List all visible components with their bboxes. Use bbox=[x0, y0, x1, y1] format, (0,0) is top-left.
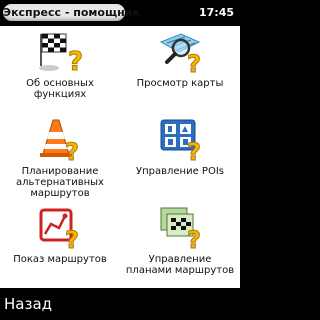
label-line: Управление bbox=[148, 254, 212, 265]
label-line: Об основных bbox=[26, 78, 94, 89]
menu-item-label: Управление POIs bbox=[124, 166, 236, 177]
status-bar: Экспресс - помощник 17:45 bbox=[0, 0, 240, 26]
map-magnifier-help-icon: ? bbox=[159, 33, 201, 74]
menu-item-label: Планирование альтернативных маршрутов bbox=[4, 166, 116, 199]
menu-item-show-routes[interactable]: ? Показ маршрутов bbox=[0, 202, 120, 289]
label-line: альтернативных bbox=[16, 177, 104, 188]
softkey-bar: Назад bbox=[0, 288, 240, 320]
menu-item-basic-functions[interactable]: ? Об основных функциях bbox=[0, 26, 120, 113]
route-display-help-icon: ? bbox=[39, 208, 79, 250]
menu-item-label: Показ маршрутов bbox=[4, 254, 116, 265]
menu-item-label: Об основных функциях bbox=[4, 78, 116, 100]
menu-item-alt-routes[interactable]: ? Планирование альтернативных маршрутов bbox=[0, 114, 120, 201]
label-line: маршрутов bbox=[30, 188, 90, 199]
svg-text:?: ? bbox=[187, 138, 201, 162]
svg-text:?: ? bbox=[65, 138, 79, 162]
label-line: Управление POIs bbox=[136, 166, 224, 177]
menu-item-manage-pois[interactable]: ? Управление POIs bbox=[120, 114, 240, 201]
clock: 17:45 bbox=[198, 6, 234, 19]
label-line: планами маршрутов bbox=[125, 265, 235, 276]
label-line: Просмотр карты bbox=[136, 78, 224, 89]
traffic-cone-help-icon: ? bbox=[40, 119, 79, 162]
menu-item-label: Управление планами маршрутов bbox=[124, 254, 236, 276]
route-plans-help-icon: ? bbox=[160, 207, 201, 250]
page-title: Экспресс - помощник bbox=[3, 6, 140, 19]
poi-signs-help-icon: ? bbox=[160, 119, 201, 162]
svg-text:?: ? bbox=[68, 47, 83, 74]
svg-text:?: ? bbox=[187, 226, 201, 250]
menu-item-manage-route-plans[interactable]: ? Управление планами маршрутов bbox=[120, 202, 240, 289]
label-line: функциях bbox=[33, 89, 87, 100]
title-pill: Экспресс - помощник bbox=[3, 4, 140, 21]
label-line: Показ маршрутов bbox=[13, 254, 107, 265]
checkered-flag-help-icon: ? bbox=[39, 33, 83, 74]
menu-item-label: Просмотр карты bbox=[124, 78, 236, 89]
svg-text:?: ? bbox=[187, 50, 201, 74]
menu-item-view-map[interactable]: ? Просмотр карты bbox=[120, 26, 240, 113]
svg-text:?: ? bbox=[65, 226, 79, 250]
help-menu-grid: ? Об основных функциях ? Просмотр карты … bbox=[0, 26, 240, 288]
label-line: Планирование bbox=[21, 166, 99, 177]
back-button[interactable]: Назад bbox=[4, 295, 52, 313]
